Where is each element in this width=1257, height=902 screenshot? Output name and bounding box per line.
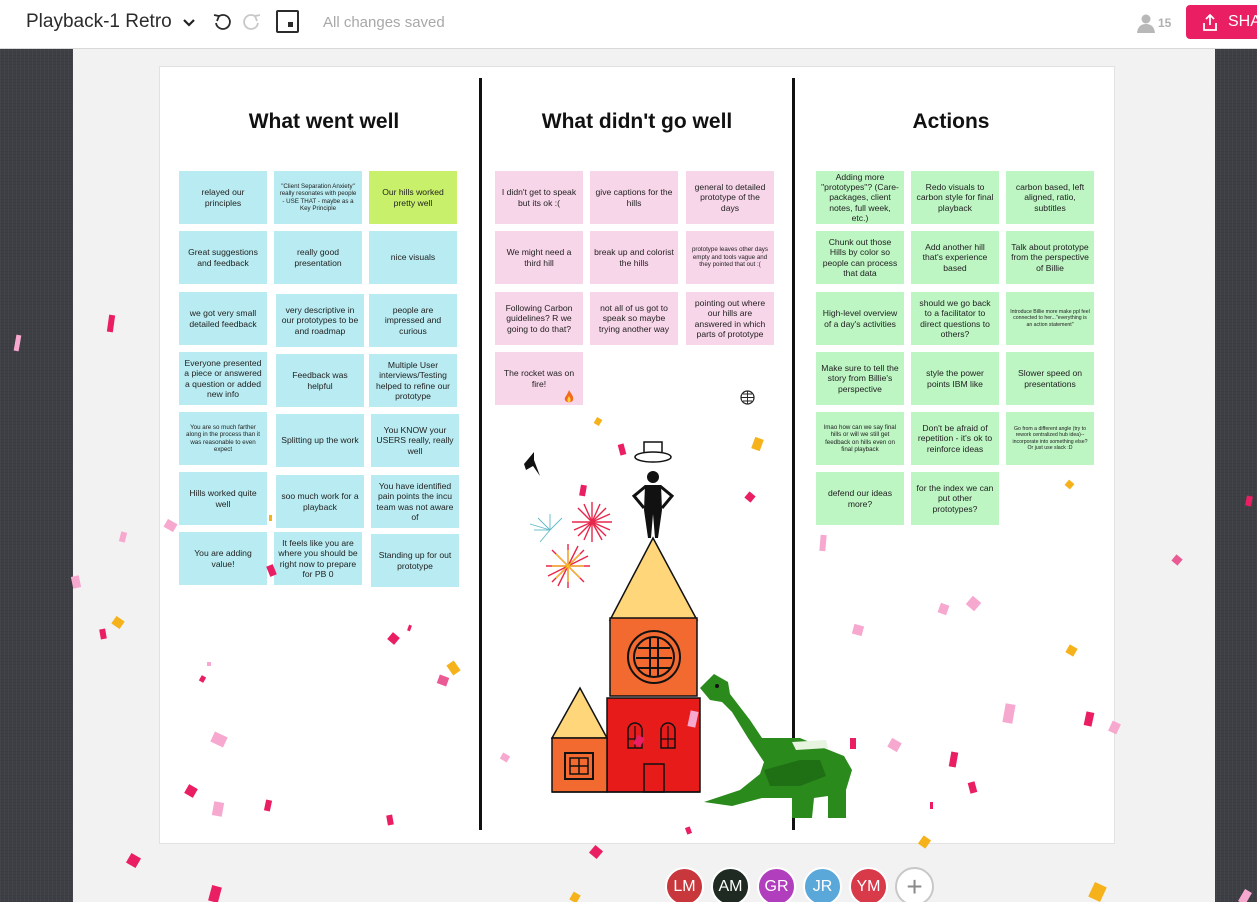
globe-icon[interactable] [740,390,755,405]
sticky-note[interactable]: Go from a different angle (try to rework… [1006,412,1094,465]
column-title-went-well: What went well [248,110,400,133]
sticky-note[interactable]: we got very small detailed feedback [179,292,267,345]
sticky-note[interactable]: people are impressed and curious [369,294,457,347]
top-toolbar: Playback-1 Retro All changes saved 15 SH… [0,0,1257,49]
sticky-note[interactable]: We might need a third hill [495,231,583,284]
sticky-note[interactable]: Slower speed on presentations [1006,352,1094,405]
sticky-note[interactable]: Chunk out those Hills by color so people… [816,231,904,284]
sticky-note[interactable]: for the index we can put other prototype… [911,472,999,525]
sticky-note[interactable]: Adding more "prototypes"? (Care-packages… [816,171,904,224]
column-divider [479,78,482,830]
sticky-note[interactable]: general to detailed prototype of the day… [686,171,774,224]
confetti [269,515,272,521]
sticky-note[interactable]: Following Carbon guidelines? R we going … [495,292,583,345]
chevron-down-icon[interactable] [180,14,198,32]
share-icon [1203,13,1217,31]
column-title-actions: Actions [912,110,990,133]
sticky-note[interactable]: Introduce Billie more make ppl feel conn… [1006,292,1094,345]
sticky-note[interactable]: Redo visuals to carbon style for final p… [911,171,999,224]
sticky-note[interactable]: Everyone presented a piece or answered a… [179,352,267,405]
sticky-note[interactable]: Talk about prototype from the perspectiv… [1006,231,1094,284]
sticky-note[interactable]: soo much work for a playback [276,475,364,528]
viewer-count[interactable]: 15 [1137,12,1171,34]
sticky-note[interactable]: Our hills worked pretty well [369,171,457,224]
avatar[interactable]: LM [665,867,704,902]
sticky-note[interactable]: You have identified pain points the incu… [371,475,459,528]
add-collaborator-button[interactable]: + [895,867,934,902]
column-title-didnt-go-well: What didn't go well [541,110,733,133]
avatar[interactable]: AM [711,867,750,902]
save-status: All changes saved [323,14,445,31]
person-icon [1137,14,1155,33]
sticky-note[interactable]: "Client Separation Anxiety" really reson… [274,171,362,224]
fireworks-icon [529,502,612,588]
confetti [850,738,856,749]
share-label: SHA [1228,13,1257,30]
sticky-note[interactable]: Great suggestions and feedback [179,231,267,284]
sticky-note[interactable]: not all of us got to speak so maybe tryi… [590,292,678,345]
fire-icon [564,390,574,403]
sticky-note[interactable]: Splitting up the work [276,414,364,467]
sticky-note[interactable]: It feels like you are where you should b… [274,532,362,585]
sticky-note[interactable]: Standing up for out prototype [371,534,459,587]
sticky-note[interactable]: I didn't get to speak but its ok :( [495,171,583,224]
redo-icon [243,14,261,30]
sticky-note[interactable]: Make sure to tell the story from Billie'… [816,352,904,405]
confetti [207,662,211,666]
sticky-note[interactable]: break up and colorist the hills [590,231,678,284]
sticky-note[interactable]: Feedback was helpful [276,354,364,407]
sticky-note[interactable]: should we go back to a facilitator to di… [911,292,999,345]
confetti [930,802,933,809]
sticky-note[interactable]: Don't be afraid of repetition - it's ok … [911,412,999,465]
avatar[interactable]: JR [803,867,842,902]
plus-icon: + [906,870,923,902]
sticky-note[interactable]: Multiple User interviews/Testing helped … [369,354,457,407]
sticky-note[interactable]: style the power points IBM like [911,352,999,405]
present-button[interactable] [276,10,299,33]
sticky-note[interactable]: Hills worked quite well [179,472,267,525]
doc-title[interactable]: Playback-1 Retro [26,11,172,33]
avatar[interactable]: GR [757,867,796,902]
share-button[interactable]: SHA [1186,5,1257,39]
sticky-note[interactable]: You are adding value! [179,532,267,585]
sticky-note[interactable]: really good presentation [274,231,362,284]
sticky-note[interactable]: pointing out where our hills are answere… [686,292,774,345]
sticky-note[interactable]: nice visuals [369,231,457,284]
avatar[interactable]: YM [849,867,888,902]
castle-dinosaur-illustration[interactable] [500,430,870,830]
sticky-note[interactable]: very descriptive in our prototypes to be… [276,294,364,347]
sticky-note[interactable]: High-level overview of a day's activitie… [816,292,904,345]
sticky-note[interactable]: relayed our principles [179,171,267,224]
undo-icon[interactable] [212,11,234,33]
sticky-note[interactable]: Add another hill that's experience based [911,231,999,284]
sticky-note[interactable]: prototype leaves other days empty and to… [686,231,774,284]
sticky-note[interactable]: You KNOW your USERS really, really well [371,414,459,467]
viewer-count-label: 15 [1158,16,1172,30]
sticky-note[interactable]: carbon based, left aligned, ratio, subti… [1006,171,1094,224]
sticky-note[interactable]: You are so much farther along in the pro… [179,412,267,465]
sticky-note[interactable]: give captions for the hills [590,171,678,224]
